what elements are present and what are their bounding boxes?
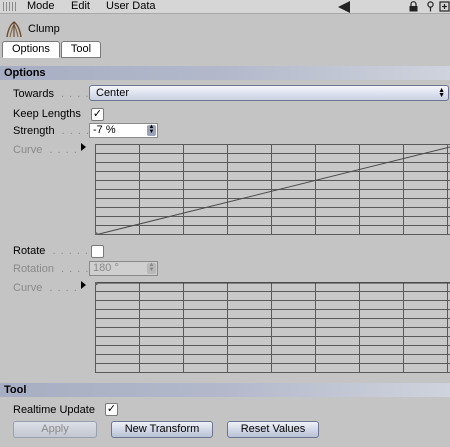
lock-icon[interactable] — [408, 1, 419, 12]
rotation-stepper: ▲ ▼ — [147, 262, 156, 274]
towards-label: Towards . . . . — [13, 88, 90, 100]
menu-edit[interactable]: Edit — [71, 0, 90, 13]
keep-lengths-label: Keep Lengths — [13, 108, 81, 120]
menu-mode[interactable]: Mode — [27, 0, 55, 13]
curve-graph-1[interactable] — [95, 144, 450, 235]
rotate-label: Rotate . . . . . — [13, 245, 89, 257]
towards-value: Center — [96, 87, 130, 99]
new-window-icon[interactable] — [439, 1, 450, 12]
back-arrow-icon[interactable] — [338, 1, 350, 13]
menu-bar: Mode Edit User Data — [0, 0, 450, 14]
tab-bar: Options Tool — [2, 41, 102, 58]
strength-value: -7 % — [93, 124, 116, 136]
strength-field[interactable]: -7 % ▲ ▼ — [89, 123, 158, 138]
realtime-update-label: Realtime Update — [13, 404, 95, 416]
towards-dropdown[interactable]: Center ▲ ▼ — [89, 85, 449, 101]
checkmark-icon: ✓ — [92, 108, 103, 120]
curve-expand-arrow-icon[interactable] — [81, 143, 86, 151]
tab-tool[interactable]: Tool — [60, 41, 102, 58]
tab-options[interactable]: Options — [2, 41, 60, 58]
apply-button[interactable]: Apply — [13, 421, 97, 438]
keep-lengths-checkbox[interactable]: ✓ — [91, 108, 104, 121]
panel-title: Clump — [28, 23, 60, 35]
strength-label: Strength . . . . — [13, 125, 91, 137]
rotation-field: 180 ° ▲ ▼ — [89, 261, 158, 276]
clump-tool-icon — [6, 21, 22, 38]
curve-label-2: Curve . . . . — [13, 282, 78, 294]
curve-expand-arrow-icon[interactable] — [81, 281, 86, 289]
menu-user-data[interactable]: User Data — [106, 0, 156, 13]
rotation-label: Rotation . . . . — [13, 263, 90, 275]
pin-icon[interactable] — [425, 1, 436, 12]
checkmark-icon: ✓ — [106, 403, 117, 415]
curve-label-1: Curve . . . . — [13, 144, 78, 156]
section-tool[interactable]: Tool — [0, 383, 450, 397]
curve-graph-2[interactable] — [95, 282, 450, 373]
dropdown-arrows-icon: ▲ ▼ — [438, 87, 445, 99]
rotate-checkbox[interactable] — [91, 245, 104, 258]
reset-values-button[interactable]: Reset Values — [227, 421, 319, 438]
section-options[interactable]: Options — [0, 66, 450, 80]
new-transform-button[interactable]: New Transform — [111, 421, 213, 438]
grip-icon[interactable] — [3, 2, 17, 11]
strength-stepper[interactable]: ▲ ▼ — [147, 124, 156, 136]
realtime-update-checkbox[interactable]: ✓ — [105, 403, 118, 416]
rotation-value: 180 ° — [93, 262, 119, 274]
